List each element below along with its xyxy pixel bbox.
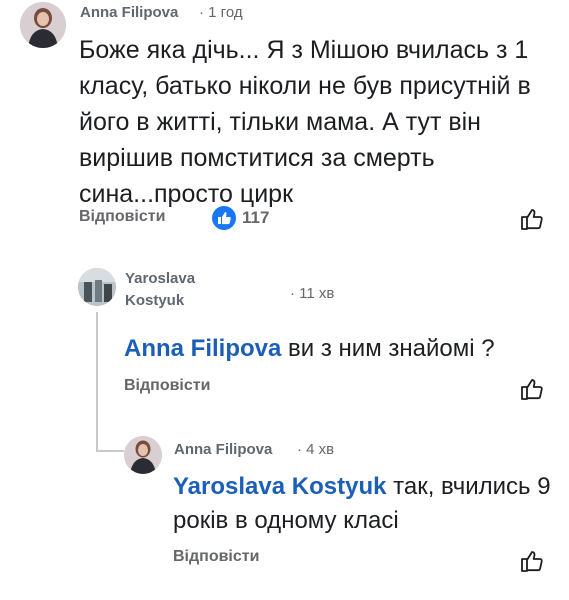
comment-time: · 4 хв bbox=[297, 441, 335, 458]
comment-author[interactable]: Anna Filipova bbox=[80, 4, 178, 21]
comment-text: Anna Filipova ви з ним знайомі ? bbox=[124, 332, 554, 366]
thumbs-up-icon bbox=[521, 551, 543, 572]
like-reaction-icon bbox=[212, 206, 236, 230]
comment-time: · 1 год bbox=[199, 4, 243, 21]
comment-text: Боже яка дічь... Я з Мішою вчилась з 1 к… bbox=[79, 36, 531, 208]
reaction-count: 117 bbox=[242, 208, 270, 227]
like-button[interactable] bbox=[519, 376, 545, 407]
reply-button[interactable]: Відповісти bbox=[79, 208, 165, 226]
comment-time: · 11 хв bbox=[290, 285, 335, 302]
reply-button[interactable]: Відповісти bbox=[173, 548, 259, 566]
comment-author[interactable]: Anna Filipova bbox=[174, 441, 272, 458]
thumbs-up-icon bbox=[521, 209, 543, 230]
comment-message: ви з ним знайомі ? bbox=[288, 335, 495, 362]
author-last-name: Kostyuk bbox=[125, 292, 185, 309]
thread-line bbox=[96, 450, 124, 452]
comment-author[interactable]: Yaroslava Kostyuk bbox=[125, 268, 195, 312]
reply-button[interactable]: Відповісти bbox=[124, 377, 210, 395]
comment-text: Yaroslava Kostyuk так, вчились 9 років в… bbox=[173, 470, 563, 538]
like-button[interactable] bbox=[519, 206, 545, 237]
avatar-anna-filipova[interactable] bbox=[20, 2, 66, 48]
like-button[interactable] bbox=[519, 548, 545, 579]
avatar-anna-filipova[interactable] bbox=[124, 436, 162, 474]
mention-link[interactable]: Anna Filipova bbox=[124, 335, 281, 362]
author-first-name: Yaroslava bbox=[125, 270, 196, 287]
mention-link[interactable]: Yaroslava Kostyuk bbox=[173, 473, 386, 500]
avatar-yaroslava-kostyuk[interactable] bbox=[78, 268, 116, 306]
thread-line bbox=[96, 312, 98, 452]
reaction-summary[interactable]: 117 bbox=[212, 205, 269, 231]
thumbs-up-icon bbox=[521, 379, 543, 400]
